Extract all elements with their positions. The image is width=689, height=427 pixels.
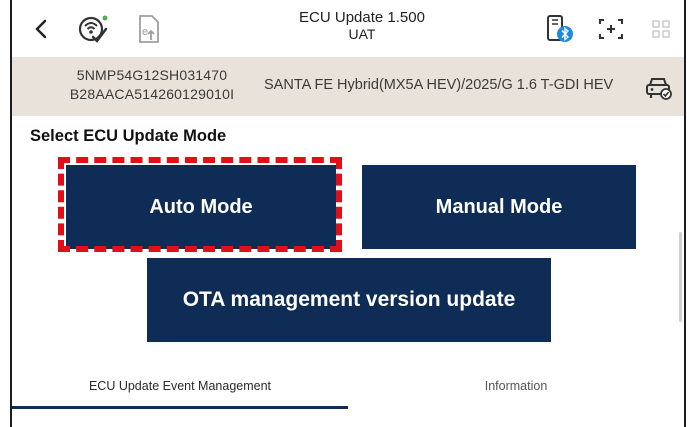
chevron-left-icon[interactable] — [26, 14, 56, 44]
vin-number: 5NMP54G12SH031470 — [76, 67, 228, 83]
ota-version-update-button[interactable]: OTA management version update — [147, 258, 551, 342]
vehicle-info-bar: 5NMP54G12SH031470 B28AACA514260129010I S… — [12, 57, 684, 116]
auto-mode-button[interactable]: Auto Mode — [66, 165, 336, 249]
document-upload-icon[interactable]: e — [130, 14, 166, 44]
vin-block: 5NMP54G12SH031470 B28AACA514260129010I — [62, 66, 242, 104]
vehicle-id-code: B28AACA514260129010I — [69, 86, 235, 102]
grid-menu-icon[interactable] — [646, 14, 676, 44]
app-window: e ECU Update 1.500 UAT 5NMP54G12SH031470… — [10, 0, 686, 427]
tab-ecu-update-event-management[interactable]: ECU Update Event Management — [12, 362, 348, 410]
scrollbar[interactable] — [679, 232, 682, 322]
car-connected-icon[interactable] — [644, 75, 674, 101]
screen-capture-icon[interactable] — [596, 14, 626, 44]
environment-label: UAT — [348, 26, 376, 42]
tab-information[interactable]: Information — [348, 362, 684, 410]
vehicle-model: SANTA FE Hybrid(MX5A HEV)/2025/G 1.6 T-G… — [264, 77, 614, 93]
page-title: ECU Update 1.500 UAT — [262, 9, 462, 43]
wireless-check-icon[interactable] — [76, 14, 112, 44]
bluetooth-device-icon[interactable] — [542, 14, 578, 44]
top-bar: e ECU Update 1.500 UAT — [12, 0, 684, 57]
active-tab-indicator — [12, 406, 348, 409]
app-title: ECU Update 1.500 — [299, 9, 425, 26]
manual-mode-button[interactable]: Manual Mode — [362, 165, 636, 249]
svg-text:e: e — [142, 26, 148, 38]
section-title: Select ECU Update Mode — [30, 127, 227, 145]
